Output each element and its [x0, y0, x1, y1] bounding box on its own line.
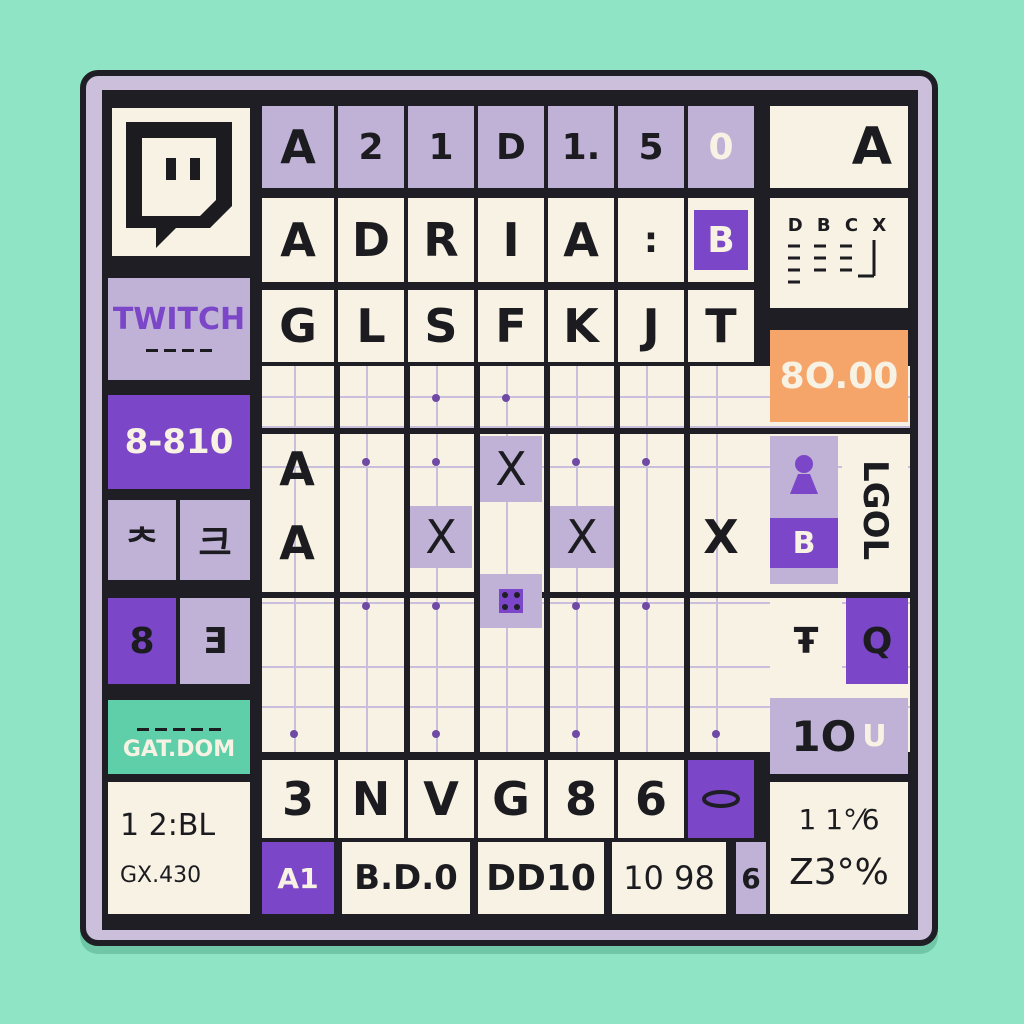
grid-dot[interactable]: [362, 602, 370, 610]
grid-rule: [334, 366, 340, 752]
top-cell-7[interactable]: 0: [688, 106, 754, 188]
stat-line-1: 1 1°⁄6: [798, 803, 880, 836]
row2-cell-5[interactable]: A: [548, 198, 614, 282]
bottom-cell-2[interactable]: N: [338, 760, 404, 838]
legend-lines-icon: [788, 239, 876, 283]
mark-x-4[interactable]: X: [690, 506, 752, 568]
top-right-tile[interactable]: A: [770, 106, 908, 188]
twitch-logo-tile: [112, 108, 250, 256]
bottom-cell-3[interactable]: V: [408, 760, 474, 838]
row3-cell-4[interactable]: F: [478, 290, 544, 362]
domain-tile[interactable]: GAT.DOM: [108, 700, 250, 774]
row3-cell-5[interactable]: K: [548, 290, 614, 362]
eye-icon: [702, 790, 740, 808]
stat-line-2: Z3°%: [789, 852, 889, 893]
glyph-tile-2[interactable]: 크: [180, 500, 250, 580]
row2-cell-2[interactable]: D: [338, 198, 404, 282]
grid-rule: [474, 366, 480, 752]
legend-header: D B C X: [787, 214, 891, 236]
info-line-2: GX.430: [120, 863, 202, 888]
twitch-wordmark-tile: TWITCH: [108, 278, 250, 380]
top-cell-6[interactable]: 5: [618, 106, 684, 188]
domain-dashes: [134, 712, 224, 737]
grid-dot[interactable]: [502, 394, 510, 402]
grid-dot[interactable]: [362, 458, 370, 466]
top-cell-3[interactable]: 1: [408, 106, 474, 188]
footer-num[interactable]: 10 98: [612, 842, 726, 914]
ten-tile[interactable]: 1O U: [770, 698, 908, 774]
stats-tile: 1 1°⁄6 Z3°%: [770, 782, 908, 914]
mark-x-3[interactable]: X: [550, 506, 614, 568]
bottom-cell-4[interactable]: G: [478, 760, 544, 838]
top-cell-1[interactable]: A: [262, 106, 334, 188]
grid-vline: [646, 366, 648, 752]
grid-dot[interactable]: [432, 458, 440, 466]
grid-rule: [262, 428, 910, 434]
row3-cell-3[interactable]: S: [408, 290, 474, 362]
grid-vline: [506, 366, 508, 752]
pawn-tile[interactable]: B: [770, 436, 838, 584]
mid-cell-a1[interactable]: A: [266, 436, 328, 502]
row3-cell-7[interactable]: T: [688, 290, 754, 362]
glyph-tile-right[interactable]: Ŧ: [770, 598, 842, 684]
row2-cell-3[interactable]: R: [408, 198, 474, 282]
footer-bd[interactable]: B.D.0: [342, 842, 470, 914]
grid-dot[interactable]: [712, 730, 720, 738]
legend-tile: D B C X: [770, 198, 908, 308]
glyph-tile-4[interactable]: Ǝ: [180, 598, 250, 684]
u-label: U: [862, 718, 887, 754]
footer-a1[interactable]: A1: [262, 842, 334, 914]
row2-cell-4[interactable]: I: [478, 198, 544, 282]
grid-dot[interactable]: [290, 730, 298, 738]
mid-cell-a2[interactable]: A: [266, 510, 328, 576]
bottom-cell-7[interactable]: [688, 760, 754, 838]
info-tile: 1 2:BL GX.430: [108, 782, 250, 914]
grid-vline: [366, 366, 368, 752]
b-badge: B: [694, 210, 748, 270]
row2-cell-7[interactable]: B: [688, 198, 754, 282]
grid-dot[interactable]: [572, 730, 580, 738]
top-cell-2[interactable]: 2: [338, 106, 404, 188]
top-cell-5[interactable]: 1.: [548, 106, 614, 188]
domain-label: GAT.DOM: [122, 737, 236, 762]
grid-dot[interactable]: [432, 730, 440, 738]
row2-cell-6[interactable]: :: [618, 198, 684, 282]
glyph-tile-1[interactable]: ᄎ: [108, 500, 176, 580]
grid-dot[interactable]: [572, 458, 580, 466]
pawn-label: B: [770, 518, 838, 568]
twitch-wordmark: TWITCH: [112, 302, 246, 337]
bottom-cell-6[interactable]: 6: [618, 760, 684, 838]
footer-dd[interactable]: DD10: [478, 842, 604, 914]
glyph-tile-3[interactable]: 8: [108, 598, 176, 684]
score-tile[interactable]: 8-810: [108, 395, 250, 489]
q-tile[interactable]: Q: [846, 598, 908, 684]
pawn-icon: [790, 455, 818, 494]
node-icon: [499, 589, 523, 613]
bottom-cell-1[interactable]: 3: [262, 760, 334, 838]
mark-x-2[interactable]: X: [410, 506, 472, 568]
row3-cell-6[interactable]: J: [618, 290, 684, 362]
score-badge[interactable]: 8O.00: [770, 330, 908, 422]
grid-rule: [614, 366, 620, 752]
twitch-glitch-icon: [126, 122, 232, 248]
grid-dot[interactable]: [432, 394, 440, 402]
info-line-1: 1 2:BL: [120, 808, 216, 843]
row3-cell-2[interactable]: L: [338, 290, 404, 362]
grid-dot[interactable]: [642, 458, 650, 466]
row3-cell-1[interactable]: G: [262, 290, 334, 362]
grid-dot[interactable]: [642, 602, 650, 610]
grid-dot[interactable]: [572, 602, 580, 610]
ten-label: 1O: [791, 711, 857, 761]
grid-dot[interactable]: [432, 602, 440, 610]
top-cell-4[interactable]: D: [478, 106, 544, 188]
selected-node[interactable]: [480, 574, 542, 628]
vertical-label-tile: LGOL: [842, 436, 908, 584]
row2-cell-1[interactable]: A: [262, 198, 334, 282]
bottom-cell-5[interactable]: 8: [548, 760, 614, 838]
mark-x-1[interactable]: X: [480, 436, 542, 502]
footer-six[interactable]: 6: [736, 842, 766, 914]
wordmark-dashes: [143, 337, 215, 356]
